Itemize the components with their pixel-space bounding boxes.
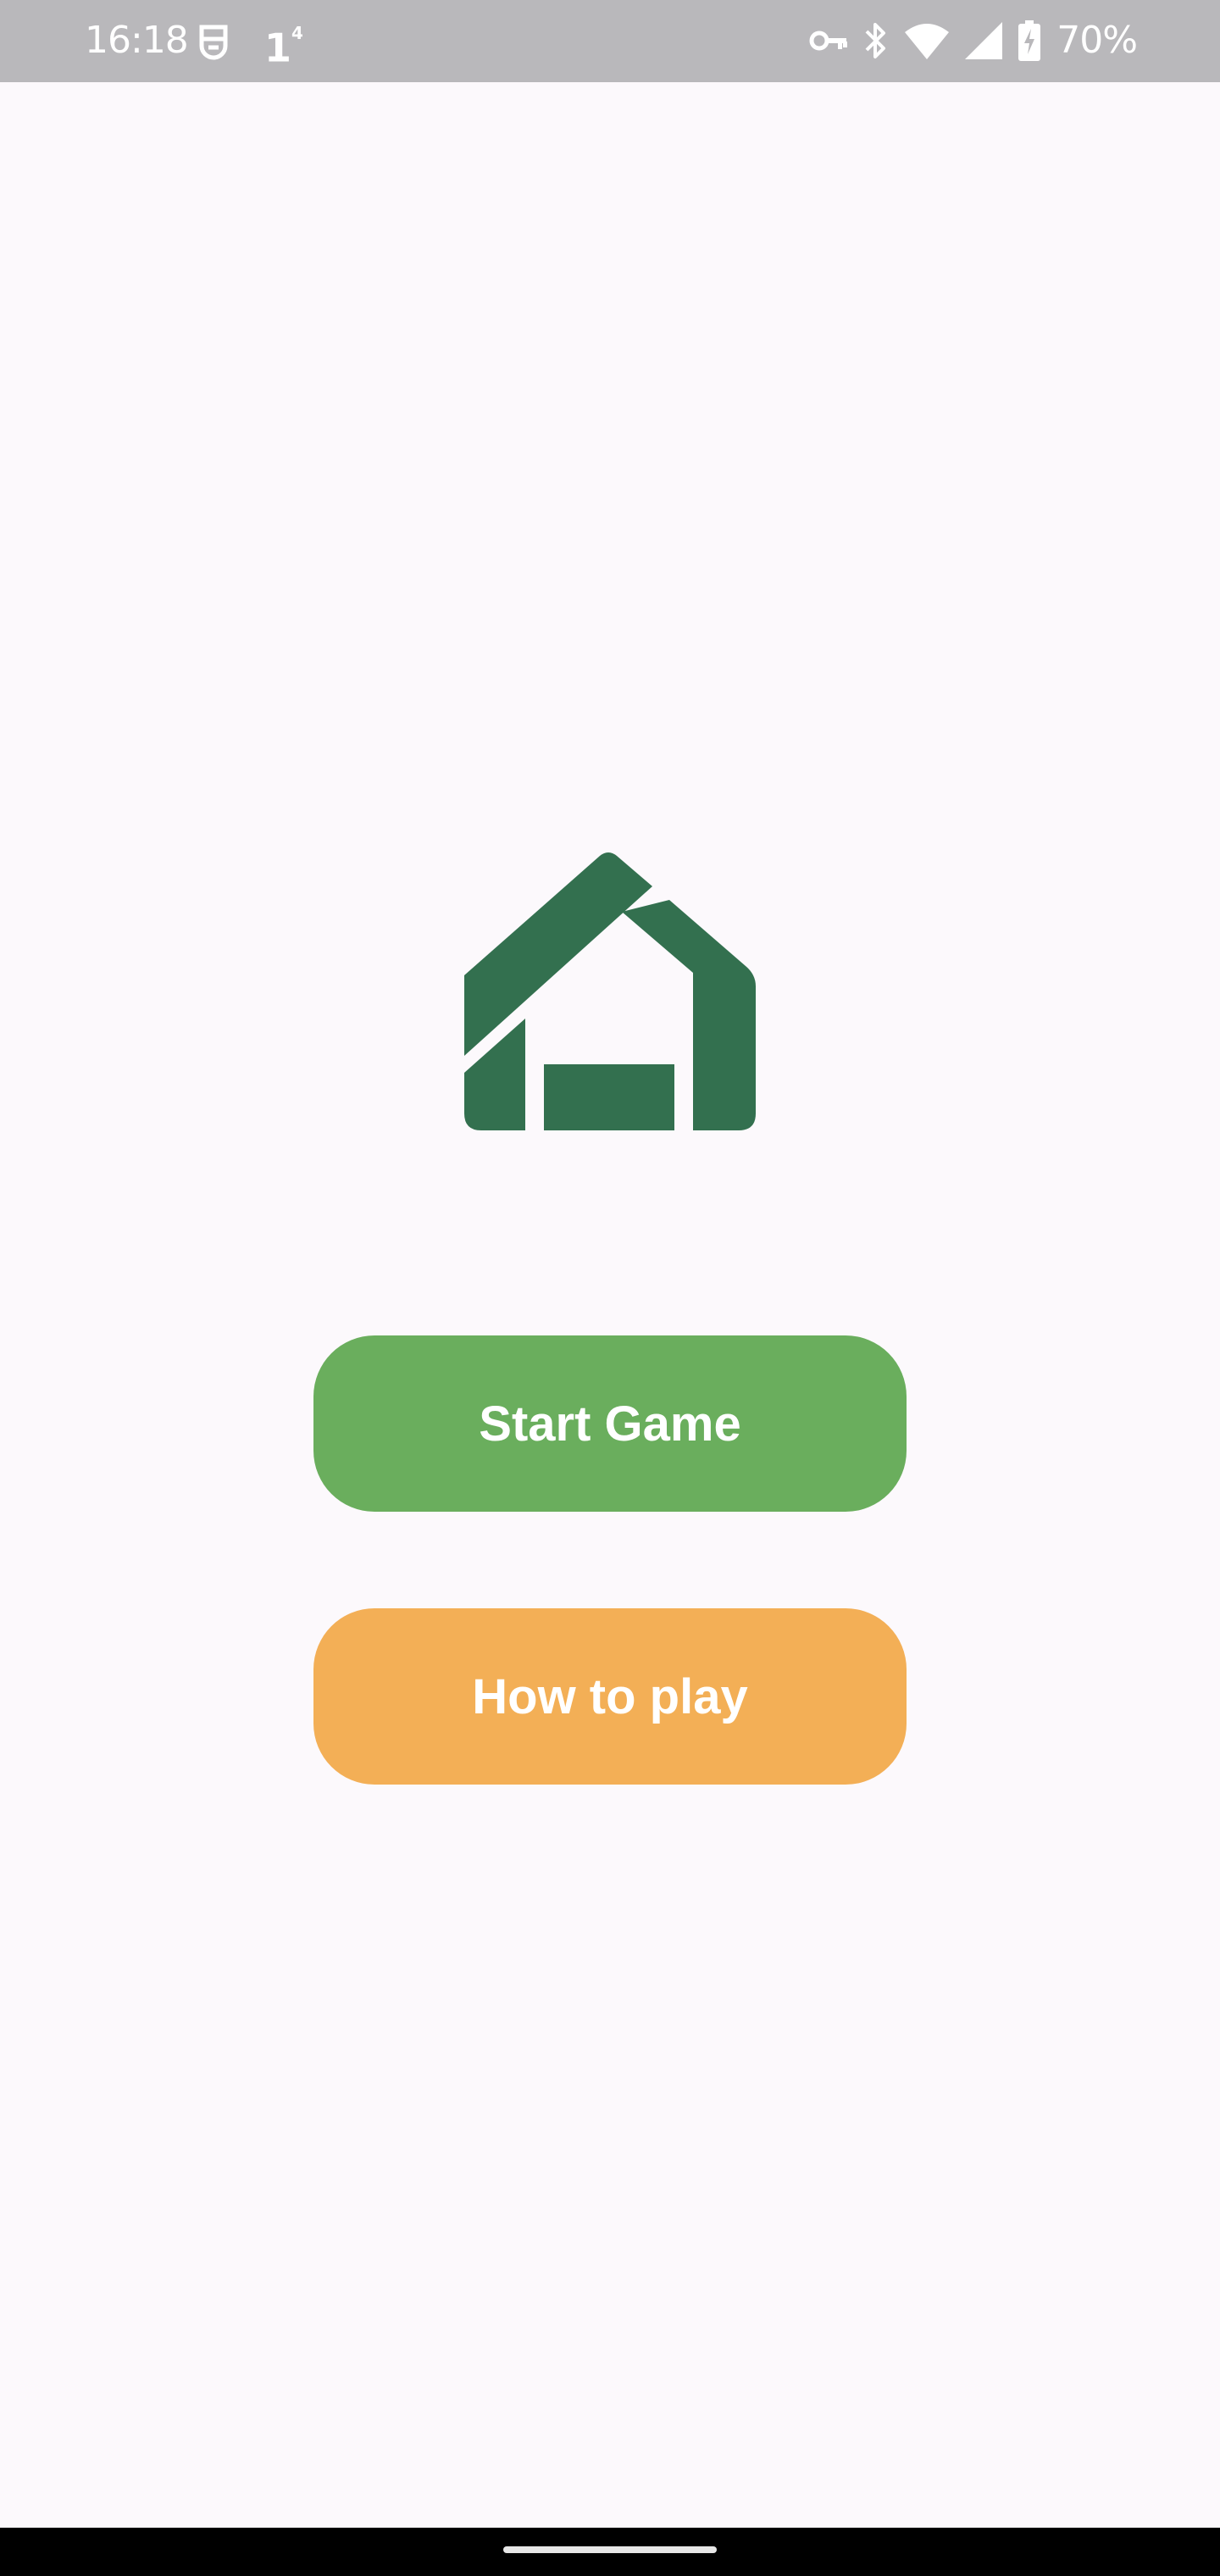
battery-percent: 70% [1056,19,1138,62]
how-to-play-button[interactable]: How to play [313,1608,907,1785]
notification-count-icon: 14 [264,20,307,69]
notification-superscript: 4 [291,23,303,43]
face-icon [199,25,228,60]
bluetooth-icon [865,23,886,58]
wifi-icon [905,24,950,59]
cell-signal-icon [965,22,1003,59]
start-game-button[interactable]: Start Game [313,1335,907,1512]
status-bar: 16:18 14 70% [0,0,1220,82]
home-gesture-handle[interactable] [503,2546,717,2553]
status-time: 16:18 [85,19,189,62]
battery-charging-icon [1018,20,1041,61]
house-logo-icon [464,852,756,1130]
navigation-bar [0,2528,1220,2576]
vpn-key-icon [809,31,848,51]
notification-count: 1 [264,25,292,71]
status-right-icons: 70% [809,15,1138,66]
